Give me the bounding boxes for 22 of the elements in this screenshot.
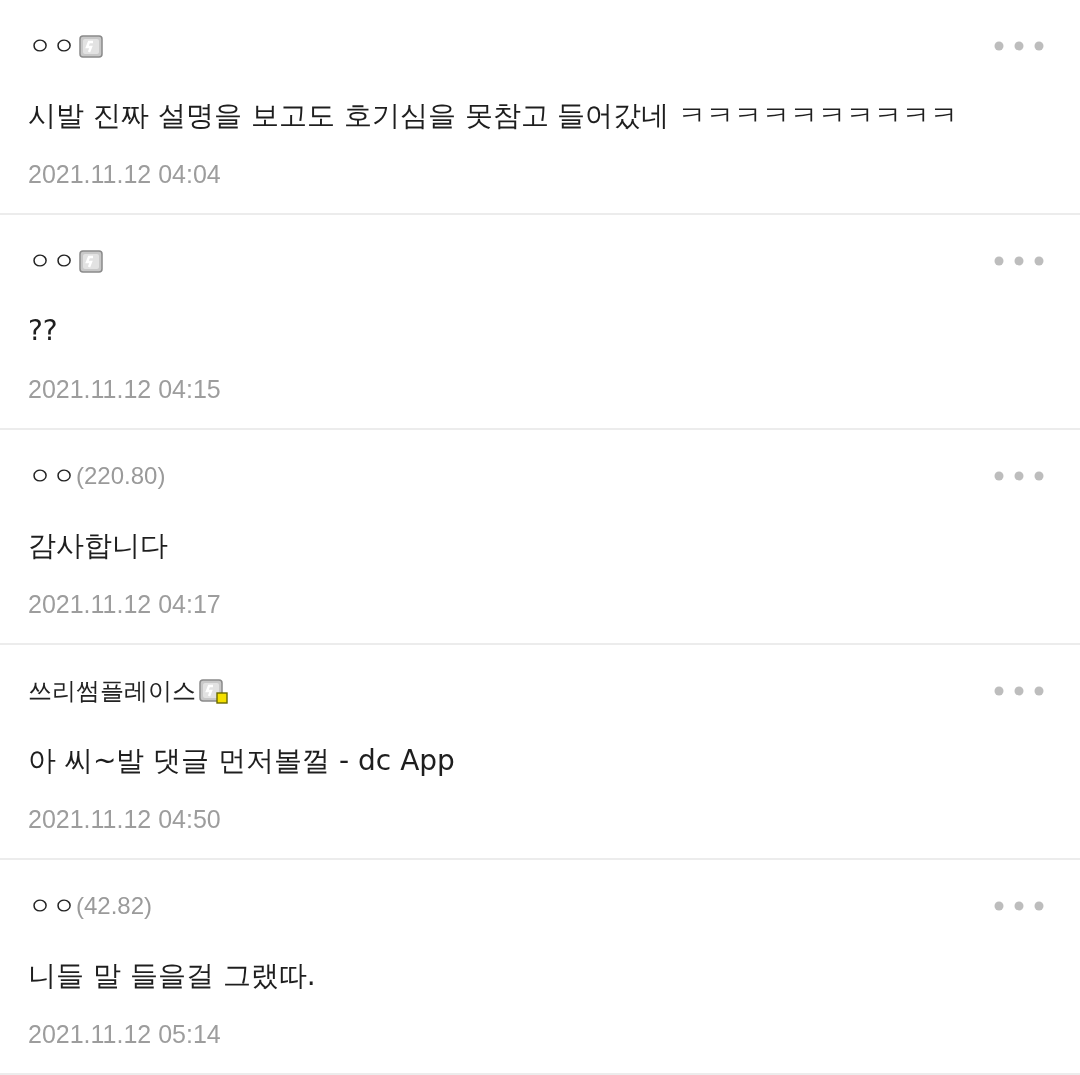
comment-text: 시발 진짜 설명을 보고도 호기심을 못참고 들어갔네 ㅋㅋㅋㅋㅋㅋㅋㅋㅋㅋ <box>28 98 960 134</box>
more-icon <box>994 471 1044 481</box>
comment-text: 아 씨~발 댓글 먼저볼껄 - dc App <box>28 743 456 779</box>
more-icon <box>994 686 1044 696</box>
author-name[interactable]: ㅇㅇ <box>28 890 76 922</box>
comment-date: 2021.11.12 04:04 <box>28 159 222 189</box>
author-name[interactable]: 쓰리썸플레이스 <box>28 675 196 707</box>
comment-text: ?? <box>28 313 59 349</box>
more-icon <box>994 41 1044 51</box>
author-name[interactable]: ㅇㅇ <box>28 30 76 62</box>
ip-address: (220.80) <box>76 461 166 491</box>
comment-date: 2021.11.12 04:15 <box>28 374 222 404</box>
comment-date: 2021.11.12 04:50 <box>28 804 222 834</box>
ip-address: (42.82) <box>76 891 153 921</box>
more-icon <box>994 256 1044 266</box>
author-name[interactable]: ㅇㅇ <box>28 245 76 277</box>
comment-date: 2021.11.12 05:14 <box>28 1019 222 1049</box>
comment-text: 니들 말 들을걸 그랬따. <box>28 958 317 994</box>
more-icon <box>994 901 1044 911</box>
comment-text: 감사합니다 <box>28 528 169 564</box>
comment-date: 2021.11.12 04:17 <box>28 589 222 619</box>
author-name[interactable]: ㅇㅇ <box>28 460 76 492</box>
